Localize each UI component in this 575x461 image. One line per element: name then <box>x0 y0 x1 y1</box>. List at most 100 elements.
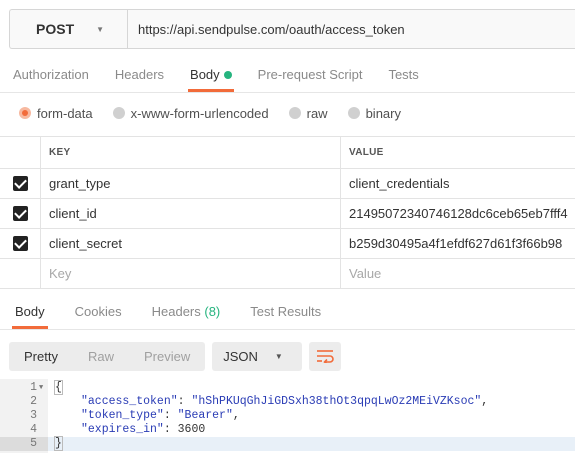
divider <box>0 329 575 330</box>
code-line: 4 "expires_in": 3600 <box>0 423 575 437</box>
tab-label: Test Results <box>250 304 322 319</box>
radio-label: raw <box>306 105 328 121</box>
tab-authorization[interactable]: Authorization <box>0 58 102 92</box>
table-header-row: KEY VALUE <box>0 137 575 169</box>
header-check-cell <box>0 137 41 168</box>
table-row-new: Key Value <box>0 259 575 289</box>
code-text: "token_type": "Bearer", <box>81 409 240 422</box>
request-tabs: Authorization Headers Body Pre-request S… <box>0 58 575 92</box>
checkbox-checked-icon[interactable] <box>12 206 28 221</box>
wrap-lines-button[interactable] <box>309 341 342 371</box>
line-number: 1 <box>30 381 37 394</box>
tab-label: Pre-request Script <box>257 67 363 82</box>
checkbox-checked-icon[interactable] <box>12 236 28 251</box>
line-number: 3 <box>30 409 37 422</box>
headers-count-badge: (8) <box>204 304 221 319</box>
code-text: } <box>54 436 63 451</box>
code-line: 2 "access_token": "hShPKUqGhJiGDSxh38thO… <box>0 395 575 409</box>
param-value-input[interactable]: client_credentials <box>341 169 575 198</box>
radio-icon <box>112 107 125 119</box>
param-key-input[interactable]: client_secret <box>41 229 341 258</box>
tab-label: Cookies <box>74 304 122 319</box>
radio-icon <box>347 107 360 119</box>
param-value-input[interactable]: 21495072340746128dc6ceb65eb7fff4 <box>341 199 575 228</box>
tab-response-body[interactable]: Body <box>0 295 60 329</box>
code-line: 3 "token_type": "Bearer", <box>0 409 575 423</box>
tab-cookies[interactable]: Cookies <box>60 295 137 329</box>
response-body-editor[interactable]: 1 ▼ { 2 "access_token": "hShPKUqGhJiGDSx… <box>0 379 575 453</box>
param-key-input[interactable]: client_id <box>41 199 341 228</box>
code-text: "expires_in": 3600 <box>81 423 206 436</box>
radio-label: x-www-form-urlencoded <box>130 105 269 121</box>
line-number: 4 <box>30 423 37 436</box>
json-key: "token_type" <box>81 409 164 422</box>
json-value: "Bearer" <box>177 409 233 422</box>
open-brace: { <box>54 380 63 395</box>
format-label: JSON <box>223 348 258 364</box>
line-number: 5 <box>0 437 48 451</box>
row-check-cell <box>0 199 41 228</box>
radio-label: form-data <box>37 105 93 121</box>
chevron-down-icon: ▼ <box>274 351 283 361</box>
url-input[interactable]: https://api.sendpulse.com/oauth/access_t… <box>128 10 575 48</box>
method-label: POST <box>36 21 75 37</box>
radio-selected-icon <box>19 107 31 119</box>
tab-pre-request-script[interactable]: Pre-request Script <box>245 58 376 92</box>
table-row: client_id 21495072340746128dc6ceb65eb7ff… <box>0 199 575 229</box>
radio-x-www-form-urlencoded[interactable]: x-www-form-urlencoded <box>112 105 269 121</box>
tab-body[interactable]: Body <box>177 58 245 92</box>
tab-label: Body <box>190 67 220 82</box>
tab-label: Headers <box>114 67 165 82</box>
chevron-down-icon: ▼ <box>96 24 105 34</box>
radio-label: binary <box>365 105 401 121</box>
json-comma: , <box>481 395 489 408</box>
line-number: 2 <box>30 395 37 408</box>
row-check-cell <box>0 259 41 288</box>
response-toolbar: Pretty Raw Preview JSON ▼ <box>9 341 342 371</box>
json-comma: , <box>232 409 240 422</box>
radio-icon <box>288 107 301 119</box>
tab-test-results[interactable]: Test Results <box>235 295 336 329</box>
wrap-lines-icon <box>317 350 334 363</box>
code-line: 1 ▼ { <box>0 380 575 395</box>
json-value: 3600 <box>177 423 206 436</box>
radio-raw[interactable]: raw <box>288 105 328 121</box>
radio-binary[interactable]: binary <box>347 105 401 121</box>
checkbox-checked-icon[interactable] <box>12 176 28 191</box>
body-mode-radios: form-data x-www-form-urlencoded raw bina… <box>0 100 575 126</box>
json-key: "expires_in" <box>81 423 164 436</box>
response-tabs: Body Cookies Headers (8) Test Results <box>0 295 575 329</box>
view-mode-group: Pretty Raw Preview <box>9 341 206 371</box>
column-header-key: KEY <box>41 137 341 168</box>
fold-arrow-icon[interactable]: ▼ <box>39 381 43 395</box>
new-key-input[interactable]: Key <box>41 259 341 288</box>
divider <box>0 92 575 93</box>
close-brace: } <box>54 436 63 451</box>
tab-headers[interactable]: Headers <box>102 58 177 92</box>
table-row: client_secret b259d30495a4f1efdf627d61f3… <box>0 229 575 259</box>
tab-label: Tests <box>388 67 419 82</box>
raw-button[interactable]: Raw <box>73 342 129 371</box>
pretty-button[interactable]: Pretty <box>9 342 73 371</box>
tab-label: Body <box>15 304 45 319</box>
code-text: "access_token": "hShPKUqGhJiGDSxh38thOt3… <box>81 395 489 408</box>
tab-response-headers[interactable]: Headers (8) <box>137 295 236 329</box>
json-key: "access_token" <box>81 395 178 408</box>
param-value-input[interactable]: b259d30495a4f1efdf627d61f3f66b98 <box>341 229 575 258</box>
tab-label: Headers <box>151 304 201 319</box>
json-value: "hShPKUqGhJiGDSxh38thOt3qpqLwOz2MEiVZKso… <box>191 395 482 408</box>
radio-form-data[interactable]: form-data <box>19 106 93 121</box>
preview-button[interactable]: Preview <box>129 342 205 371</box>
new-value-input[interactable]: Value <box>341 259 575 288</box>
tab-label: Authorization <box>13 67 89 82</box>
code-text: { <box>54 380 63 395</box>
status-dot-icon <box>223 71 232 79</box>
format-select[interactable]: JSON ▼ <box>212 341 303 371</box>
column-header-value: VALUE <box>349 147 384 158</box>
tab-tests[interactable]: Tests <box>375 58 431 92</box>
param-key-input[interactable]: grant_type <box>41 169 341 198</box>
row-check-cell <box>0 229 41 258</box>
params-table: KEY VALUE grant_type client_credentials … <box>0 136 575 289</box>
method-select[interactable]: POST ▼ <box>10 10 128 48</box>
code-line-active: 5 } <box>0 436 575 451</box>
